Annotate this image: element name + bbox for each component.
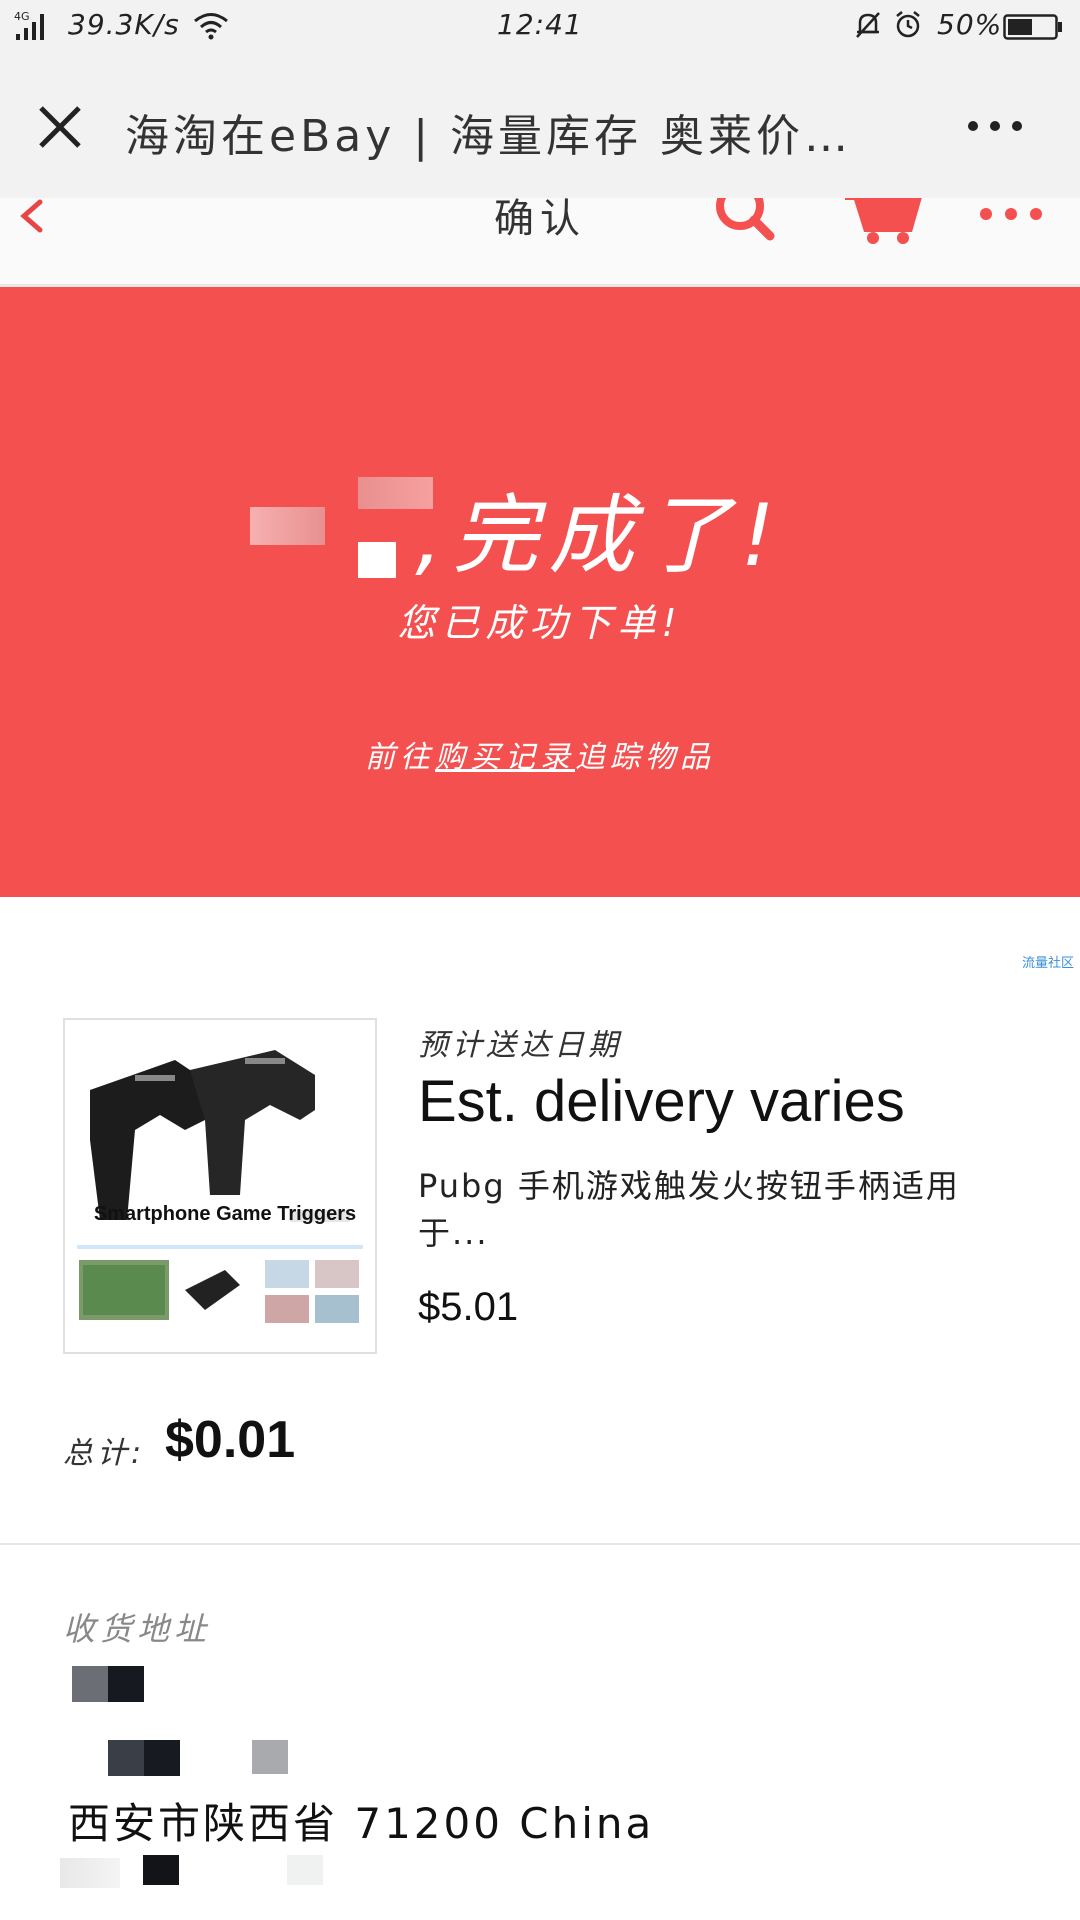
- blurred-phone: [287, 1855, 323, 1885]
- page-title: 海淘在eBay | 海量库存 奥莱价…: [125, 111, 853, 162]
- product-title[interactable]: Pubg 手机游戏触发火按钮手柄适用于...: [418, 1163, 1018, 1257]
- purchase-history-hint: 前往购买记录追踪物品: [0, 732, 1080, 776]
- search-icon[interactable]: [712, 198, 778, 248]
- link-prefix: 前往: [365, 740, 435, 775]
- total-value: $0.01: [165, 1411, 296, 1469]
- wifi-icon: [193, 12, 229, 44]
- delivery-value: Est. delivery varies: [418, 1069, 905, 1134]
- blurred-phone: [143, 1855, 179, 1885]
- network-speed: 39.3K/s: [68, 8, 180, 41]
- blurred-recipient-name: [72, 1666, 144, 1702]
- battery-icon: [1003, 14, 1063, 44]
- confirmation-subtitle: 您已成功下单!: [397, 601, 683, 645]
- cart-icon[interactable]: [843, 198, 923, 252]
- confirmation-title: ,完成了!: [415, 486, 785, 586]
- close-icon[interactable]: [37, 104, 83, 154]
- mute-bell-icon: [853, 10, 883, 44]
- clock: 12:41: [497, 8, 583, 41]
- battery-percent: 50%: [937, 8, 1003, 41]
- status-bar: 4G 39.3K/s 12:41 50%: [0, 0, 1080, 52]
- total-label: 总计:: [63, 1436, 146, 1471]
- nav-more-icon[interactable]: [978, 206, 1044, 226]
- purchase-history-link[interactable]: 购买记录: [435, 740, 575, 775]
- shipping-address-label: 收货地址: [63, 1610, 212, 1648]
- alarm-icon: [893, 10, 923, 44]
- order-confirmation-banner: ,完成了! 您已成功下单! 前往购买记录追踪物品: [0, 287, 1080, 897]
- network-label: 4G: [14, 10, 30, 23]
- community-tag: 流量社区: [1021, 956, 1074, 971]
- delivery-label: 预计送达日期: [418, 1028, 622, 1063]
- blurred-street-address: [108, 1740, 180, 1776]
- product-price: $5.01: [418, 1285, 519, 1329]
- product-image-caption: Smartphone Game Triggers: [93, 1203, 357, 1225]
- ebay-nav-bar: 确认: [0, 198, 1080, 287]
- blurred-phone: [60, 1858, 120, 1888]
- product-thumbnail[interactable]: [63, 1018, 377, 1354]
- blurred-street-address: [252, 1740, 288, 1774]
- signal-icon: 4G: [14, 10, 54, 46]
- link-suffix: 追踪物品: [575, 740, 715, 775]
- section-divider: [0, 1543, 1080, 1545]
- game-trigger-image: [65, 1020, 375, 1352]
- address-city-line: 西安市陕西省 71200 China: [68, 1799, 655, 1848]
- more-menu-icon[interactable]: [965, 118, 1025, 138]
